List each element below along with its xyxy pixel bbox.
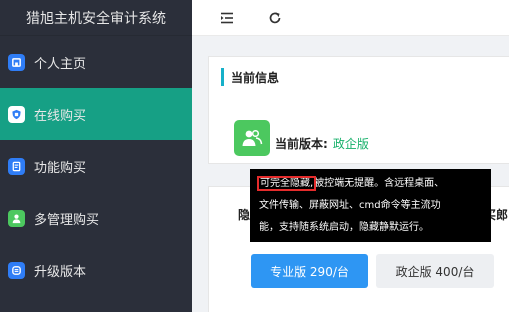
document-icon xyxy=(8,157,25,175)
sidebar-item-label: 个人主页 xyxy=(34,56,87,72)
sidebar: 猎旭主机安全审计系统 个人主页 在线购买 功能购买 多管理购买 升级版本 xyxy=(0,0,192,312)
sidebar-item-upgrade[interactable]: 升级版本 xyxy=(0,244,192,296)
menu-collapse-icon[interactable] xyxy=(216,7,238,29)
version-value: 政企版 xyxy=(332,136,369,151)
users-icon xyxy=(234,120,270,156)
refresh-icon[interactable] xyxy=(264,7,286,29)
sidebar-item-label: 多管理购买 xyxy=(34,212,100,228)
sidebar-item-buy-online[interactable]: 在线购买 xyxy=(0,88,192,140)
sidebar-item-label: 功能购买 xyxy=(34,160,87,176)
topbar xyxy=(192,0,509,36)
current-info-title: 当前信息 xyxy=(209,57,509,97)
sidebar-item-label: 升级版本 xyxy=(34,264,87,280)
tooltip-line-3: 能，支持随系统启动，隐藏静默运行。 xyxy=(259,222,429,233)
purchase-card-title-fragment: 隐 xyxy=(238,208,251,222)
sidebar-item-home[interactable]: 个人主页 xyxy=(0,36,192,88)
tooltip-line-2: 文件传输、屏蔽网址、cmd命令等主流功 xyxy=(259,200,441,211)
current-version-row: 当前版本: 政企版 xyxy=(234,120,369,156)
feature-tooltip: 可完全隐藏,被控端无提醒。含远程桌面、 文件传输、屏蔽网址、cmd命令等主流功 … xyxy=(250,169,491,242)
sidebar-item-label: 在线购买 xyxy=(34,108,87,124)
tooltip-highlight: 可完全隐藏, xyxy=(256,176,317,191)
version-label: 当前版本: xyxy=(275,136,328,151)
sidebar-item-multi-admin[interactable]: 多管理购买 xyxy=(0,192,192,244)
tooltip-line-1: 可完全隐藏,被控端无提醒。含远程桌面、 xyxy=(256,176,445,191)
app-brand: 猎旭主机安全审计系统 xyxy=(0,0,192,36)
home-icon xyxy=(8,53,25,71)
upgrade-icon xyxy=(8,261,25,279)
buy-pro-button[interactable]: 专业版 290/台 xyxy=(251,254,368,288)
shield-icon xyxy=(8,105,25,123)
buy-gov-button[interactable]: 政企版 400/台 xyxy=(376,254,494,288)
sidebar-item-feature-buy[interactable]: 功能购买 xyxy=(0,140,192,192)
user-icon xyxy=(8,209,25,227)
sidebar-menu: 个人主页 在线购买 功能购买 多管理购买 升级版本 xyxy=(0,36,192,296)
